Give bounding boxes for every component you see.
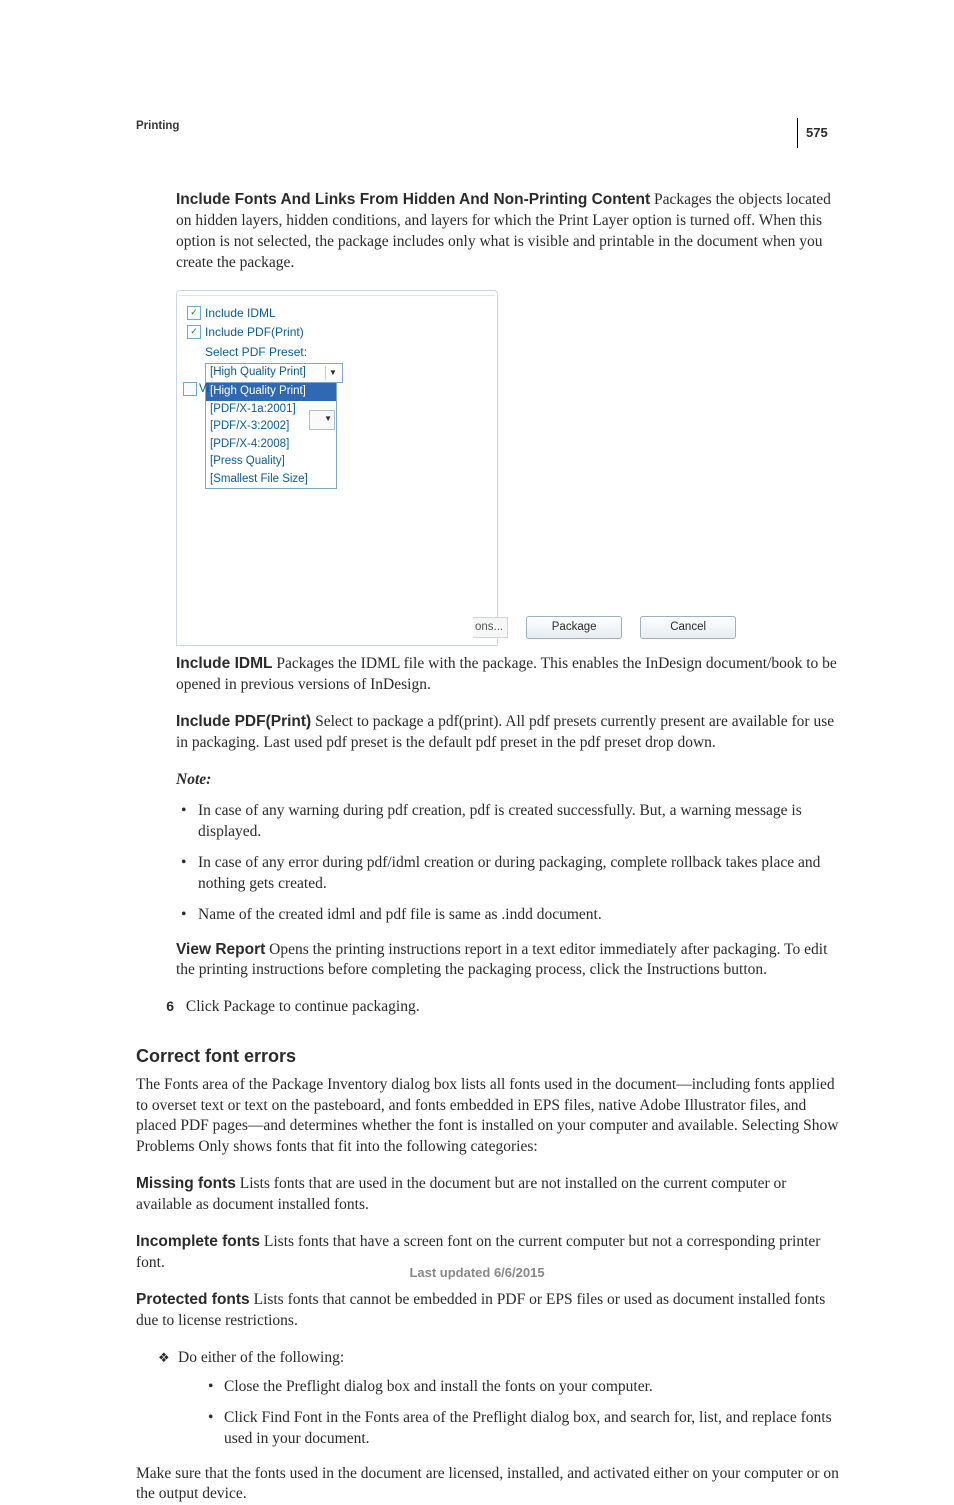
para-include-fonts: Include Fonts And Links From Hidden And … bbox=[176, 190, 842, 274]
dialog-screenshot: ✓ Include IDML ✓ Include PDF(Print) Sele… bbox=[176, 290, 498, 647]
note-bullet-2: In case of any error during pdf/idml cre… bbox=[176, 853, 842, 895]
combo-selected: [High Quality Print] bbox=[210, 365, 306, 381]
text-include-idml: Packages the IDML file with the package.… bbox=[176, 655, 837, 693]
footer-last-updated: Last updated 6/6/2015 bbox=[0, 1265, 954, 1280]
para-make-sure: Make sure that the fonts used in the doc… bbox=[136, 1464, 842, 1505]
runin-incomplete-fonts: Incomplete fonts bbox=[136, 1233, 260, 1250]
step-text: Click Package to continue packaging. bbox=[186, 998, 420, 1015]
runin-protected-fonts: Protected fonts bbox=[136, 1291, 250, 1308]
label-include-idml: Include IDML bbox=[205, 305, 276, 321]
checkbox-vi: ✓ bbox=[183, 382, 197, 396]
note-label: Note: bbox=[176, 770, 842, 791]
checkbox-include-idml: ✓ bbox=[187, 306, 201, 320]
para-protected-fonts: Protected fonts Lists fonts that cannot … bbox=[136, 1290, 842, 1332]
option-press: [Press Quality] bbox=[206, 453, 336, 471]
chevron-down-icon: ▼ bbox=[325, 366, 340, 380]
small-combo: ▼ bbox=[309, 410, 335, 430]
note-bullet-3: Name of the created idml and pdf file is… bbox=[176, 905, 842, 926]
option-smallest: [Smallest File Size] bbox=[206, 471, 336, 489]
runin-missing-fonts: Missing fonts bbox=[136, 1175, 236, 1192]
note-bullets: In case of any warning during pdf creati… bbox=[176, 801, 842, 926]
do-either-item: Do either of the following: Close the Pr… bbox=[158, 1348, 842, 1450]
sub-close-preflight: Close the Preflight dialog box and insta… bbox=[204, 1377, 842, 1398]
para-include-pdf: Include PDF(Print) Select to package a p… bbox=[176, 712, 842, 754]
option-high-quality: [High Quality Print] bbox=[206, 383, 336, 401]
text-view-report: Opens the printing instructions report i… bbox=[176, 941, 827, 979]
do-either-list: Do either of the following: Close the Pr… bbox=[158, 1348, 842, 1450]
label-include-pdf: Include PDF(Print) bbox=[205, 324, 304, 340]
do-either-text: Do either of the following: bbox=[178, 1349, 344, 1366]
step-number: 6 bbox=[150, 997, 174, 1016]
step-6: 6 Click Package to continue packaging. bbox=[150, 997, 842, 1018]
fragment-ons: ons... bbox=[473, 617, 508, 639]
para-view-report: View Report Opens the printing instructi… bbox=[176, 940, 842, 982]
combo-options-list: [High Quality Print] [PDF/X-1a:2001] [PD… bbox=[205, 383, 337, 489]
chapter-title: Printing bbox=[136, 120, 842, 132]
runin-view-report: View Report bbox=[176, 941, 265, 958]
option-pdfx4: [PDF/X-4:2008] bbox=[206, 436, 336, 454]
combo-pdf-preset: [High Quality Print] ▼ bbox=[205, 363, 343, 383]
note-bullet-1: In case of any warning during pdf creati… bbox=[176, 801, 842, 843]
runin-include-fonts: Include Fonts And Links From Hidden And … bbox=[176, 191, 650, 208]
runin-include-pdf: Include PDF(Print) bbox=[176, 713, 311, 730]
label-vi-fragment: Vi bbox=[199, 382, 209, 398]
cancel-button: Cancel bbox=[640, 616, 736, 640]
do-either-subitems: Close the Preflight dialog box and insta… bbox=[204, 1377, 842, 1450]
para-correct-fonts-intro: The Fonts area of the Package Inventory … bbox=[136, 1075, 842, 1159]
checkbox-include-pdf: ✓ bbox=[187, 325, 201, 339]
page-number: 575 bbox=[806, 125, 828, 140]
para-missing-fonts: Missing fonts Lists fonts that are used … bbox=[136, 1174, 842, 1216]
label-select-preset: Select PDF Preset: bbox=[205, 344, 487, 360]
para-include-idml: Include IDML Packages the IDML file with… bbox=[176, 654, 842, 696]
runin-include-idml: Include IDML bbox=[176, 655, 272, 672]
sub-find-font: Click Find Font in the Fonts area of the… bbox=[204, 1408, 842, 1450]
heading-correct-font-errors: Correct font errors bbox=[136, 1044, 842, 1068]
package-button: Package bbox=[526, 616, 622, 640]
